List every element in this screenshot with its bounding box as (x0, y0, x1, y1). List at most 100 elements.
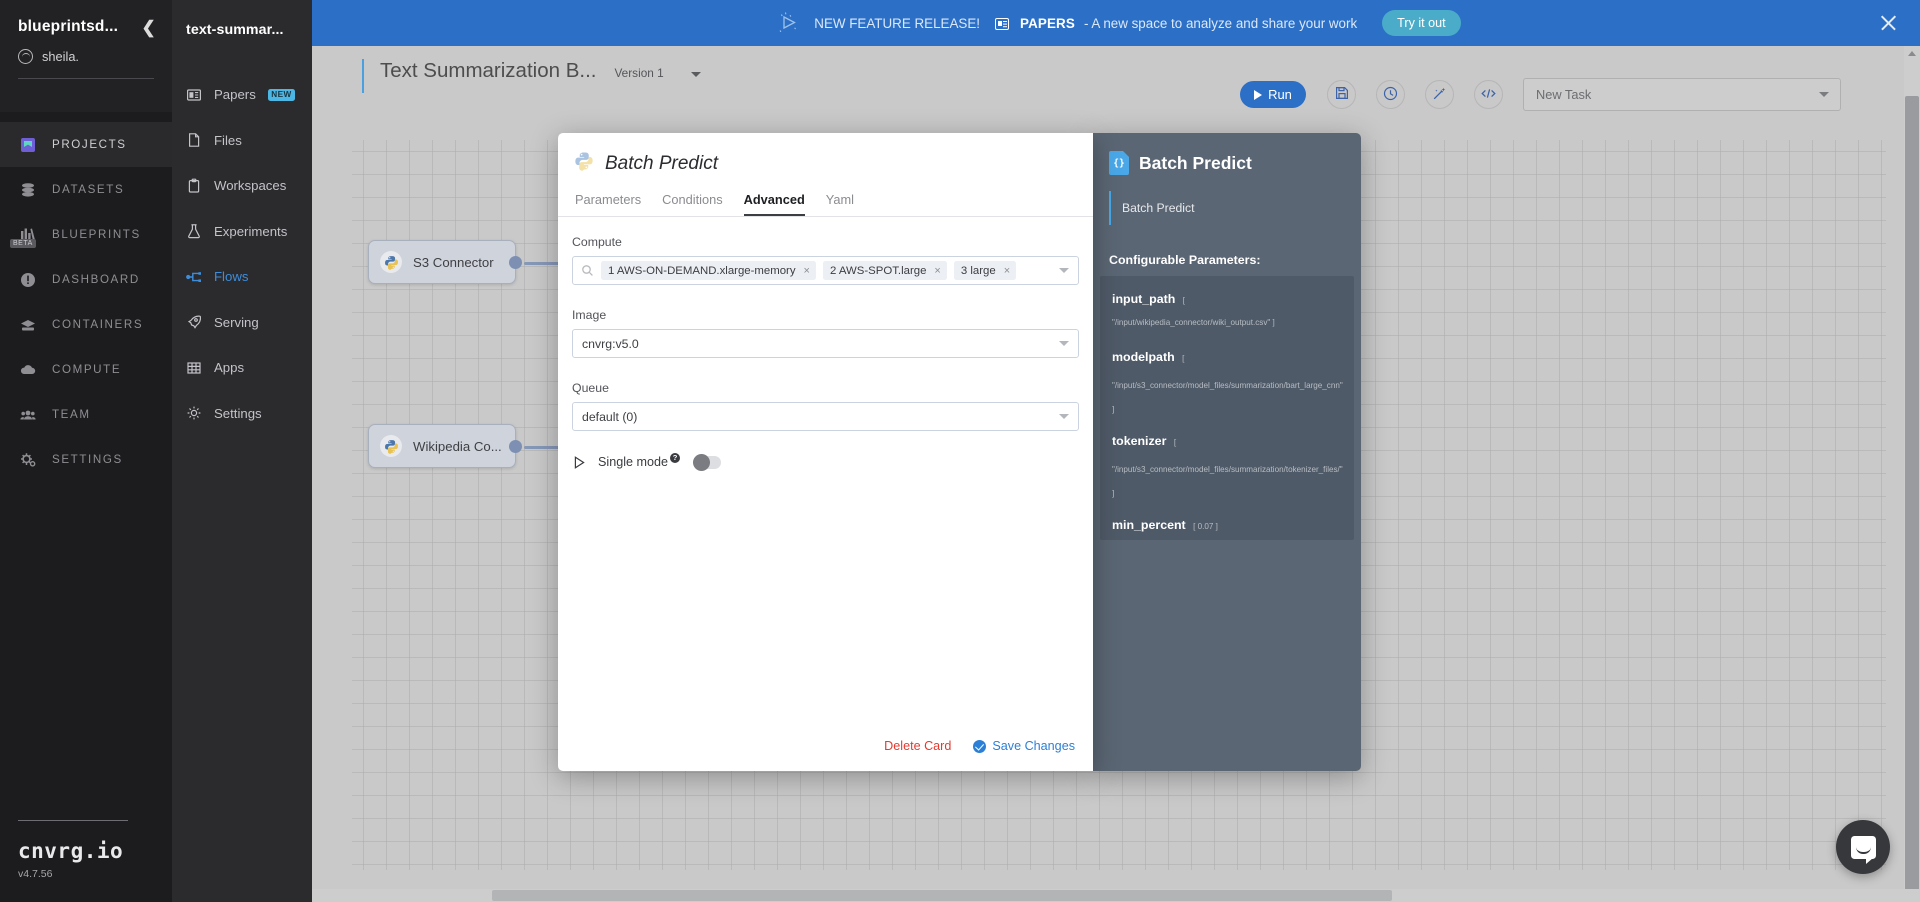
user-row[interactable]: sheila. (0, 36, 172, 64)
param-name: min_percent (1112, 518, 1186, 533)
try-it-out-button[interactable]: Try it out (1382, 10, 1461, 36)
scrollbar-thumb[interactable] (1905, 96, 1919, 902)
app-version: v4.7.56 (18, 868, 53, 880)
projects-icon (18, 135, 38, 155)
configurable-params-heading: Configurable Parameters: (1109, 253, 1261, 267)
sidebar-label: TEAM (52, 408, 91, 421)
sidebar-label: Experiments (214, 223, 288, 239)
chevron-down-icon[interactable] (1059, 268, 1069, 273)
sidebar-item-dashboard[interactable]: DASHBOARD (0, 257, 172, 302)
compute-chip[interactable]: 1 AWS-ON-DEMAND.xlarge-memory × (601, 261, 816, 280)
close-icon[interactable]: × (804, 265, 810, 277)
sidebar-label: Serving (214, 314, 259, 330)
scrollbar-thumb[interactable] (492, 890, 1392, 901)
chat-widget-button[interactable] (1836, 820, 1890, 874)
sidebar-footer: cnvrg.io v4.7.56 (0, 820, 172, 880)
chevron-left-icon[interactable]: ❮ (142, 19, 156, 36)
chevron-down-icon[interactable] (690, 72, 701, 77)
sidebar-item-compute[interactable]: COMPUTE (0, 347, 172, 392)
sidebar-label: Apps (214, 360, 245, 376)
sidebar-item-files[interactable]: Files (172, 118, 312, 164)
save-changes-button[interactable]: Save Changes (973, 739, 1075, 753)
tab-conditions[interactable]: Conditions (662, 192, 722, 216)
page-title: Text Summarization B... (380, 59, 597, 82)
chip-label: 3 large (960, 264, 996, 277)
scroll-up-arrow-icon[interactable] (1908, 51, 1916, 56)
history-icon-button[interactable] (1376, 80, 1405, 109)
toggle-knob (693, 453, 711, 471)
sidebar-item-blueprints[interactable]: BLUEPRINTS BETA (0, 212, 172, 257)
modal-tabs: Parameters Conditions Advanced Yaml (574, 192, 1093, 216)
sidebar-item-workspaces[interactable]: Workspaces (172, 163, 312, 209)
node-output-port[interactable] (509, 440, 522, 453)
compute-input[interactable]: 1 AWS-ON-DEMAND.xlarge-memory × 2 AWS-SP… (572, 256, 1079, 285)
sidebar-item-apps[interactable]: Apps (172, 345, 312, 391)
flows-icon (186, 269, 202, 285)
tab-parameters[interactable]: Parameters (575, 192, 641, 216)
sidebar-label: Papers (214, 87, 256, 103)
cnvrg-logo: cnvrg.io (18, 839, 124, 863)
database-icon (18, 180, 38, 200)
sidebar-item-papers[interactable]: Papers NEW (172, 72, 312, 118)
magic-wand-icon (1432, 86, 1447, 104)
play-outline-icon (574, 455, 585, 469)
tab-advanced[interactable]: Advanced (743, 192, 805, 216)
question-mark-icon[interactable]: ? (670, 453, 681, 463)
file-icon (186, 132, 202, 148)
history-clock-icon (1383, 86, 1398, 104)
org-name: blueprintsd... (18, 18, 119, 35)
task-select[interactable]: New Task (1523, 78, 1841, 111)
sidebar-label: DASHBOARD (52, 273, 140, 286)
sidebar-item-projects[interactable]: PROJECTS (0, 122, 172, 167)
sidebar-item-experiments[interactable]: Experiments (172, 209, 312, 255)
single-mode-toggle[interactable] (693, 453, 722, 471)
json-file-icon: {} (1109, 151, 1129, 175)
delete-card-button[interactable]: Delete Card (884, 739, 951, 753)
compute-chip[interactable]: 3 large × (953, 261, 1017, 280)
smile-icon (1855, 847, 1871, 854)
close-icon[interactable]: × (1004, 265, 1010, 277)
image-select[interactable]: cnvrg:v5.0 (572, 329, 1079, 358)
batch-predict-modal: Batch Predict Parameters Conditions Adva… (558, 133, 1093, 771)
queue-select[interactable]: default (0) (572, 402, 1079, 431)
clipboard-icon (186, 178, 202, 194)
param-value: "/input/s3_connector/model_files/summari… (1112, 380, 1343, 390)
save-changes-label: Save Changes (992, 739, 1075, 753)
sidebar-item-flows[interactable]: Flows (172, 254, 312, 300)
python-icon (380, 251, 402, 273)
flow-node-wikipedia-connector[interactable]: Wikipedia Co... (368, 424, 576, 468)
single-mode-label: Single mode (598, 455, 669, 469)
sidebar-item-settings[interactable]: SETTINGS (0, 437, 172, 482)
run-button[interactable]: Run (1240, 81, 1306, 108)
sidebar-item-serving[interactable]: Serving (172, 300, 312, 346)
sidebar-item-containers[interactable]: CONTAINERS (0, 302, 172, 347)
info-panel: {} Batch Predict Batch Predict Configura… (1093, 133, 1361, 771)
chevron-down-icon[interactable] (1059, 341, 1069, 346)
sidebar-item-datasets[interactable]: DATASETS (0, 167, 172, 212)
sidebar-item-team[interactable]: TEAM (0, 392, 172, 437)
param-name: modelpath (1112, 350, 1175, 365)
org-brand: blueprintsd... ❮ (0, 18, 172, 36)
save-icon-button[interactable] (1327, 80, 1356, 109)
vertical-scrollbar[interactable] (1904, 46, 1920, 902)
flow-node-s3-connector[interactable]: S3 Connector (368, 240, 576, 284)
code-icon (1480, 87, 1497, 103)
user-name: sheila. (42, 49, 79, 64)
tab-yaml[interactable]: Yaml (826, 192, 854, 216)
close-icon[interactable] (1879, 13, 1898, 32)
chevron-down-icon[interactable] (1059, 414, 1069, 419)
compute-chip[interactable]: 2 AWS-SPOT.large × (822, 261, 947, 280)
version-label[interactable]: Version 1 (614, 66, 663, 80)
modal-header: Batch Predict Parameters Conditions Adva… (558, 133, 1093, 216)
sidebar-item-settings[interactable]: Settings (172, 391, 312, 437)
close-icon[interactable]: × (934, 265, 940, 277)
save-icon (1335, 86, 1349, 103)
project-nav: Papers NEW Files Workspaces Experiments … (172, 38, 312, 436)
magic-wand-icon-button[interactable] (1425, 80, 1454, 109)
single-mode-row: Single mode ? (574, 453, 1079, 471)
project-title: text-summar... (186, 22, 284, 38)
param-row: min_percent [ 0.07 ] (1112, 514, 1342, 536)
code-icon-button[interactable] (1474, 80, 1503, 109)
horizontal-scrollbar[interactable] (312, 889, 1920, 902)
node-output-port[interactable] (509, 256, 522, 269)
